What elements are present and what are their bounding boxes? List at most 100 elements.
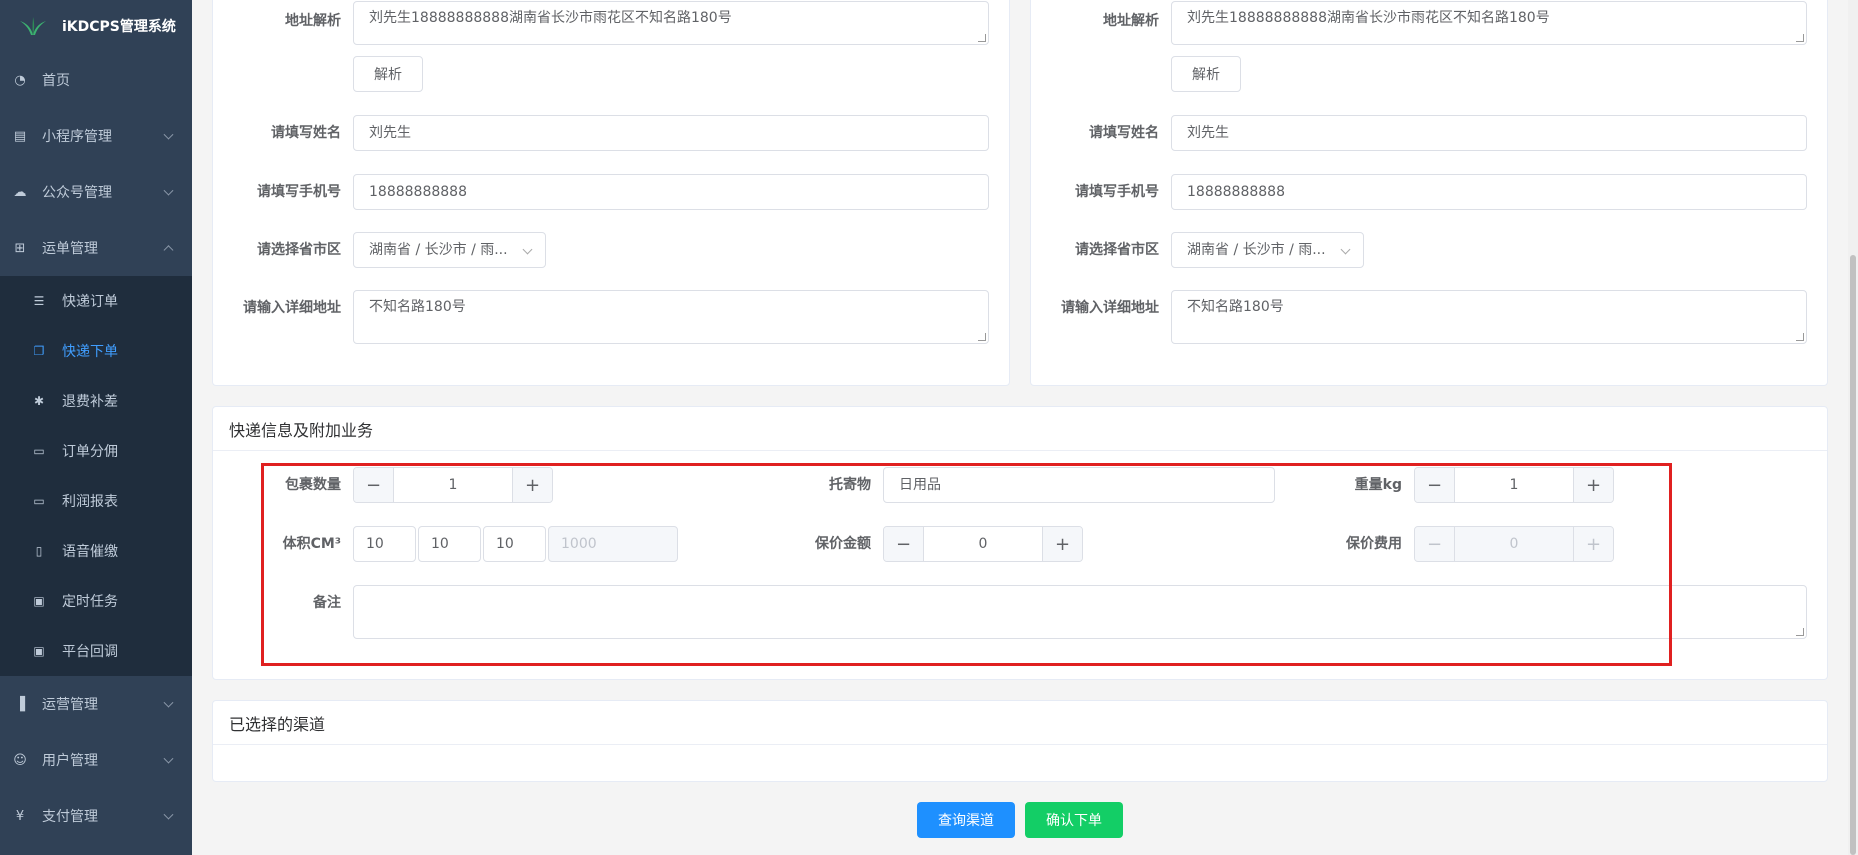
wechat-icon: ☁ (13, 184, 27, 200)
sidebar-submenu-waybill: ☰ 快递订单 ❐ 快递下单 ✱ 退费补差 ▭ 订单分佣 ▭ 利润报表 ▯ 语音催… (0, 276, 192, 676)
receiver-parse-button[interactable]: 解析 (1171, 56, 1241, 92)
receiver-card: 地址解析 刘先生18888888888湖南省长沙市雨花区不知名路180号 解析 … (1030, 0, 1828, 386)
sidebar-item-label: 公众号管理 (42, 185, 112, 201)
sender-phone-input[interactable]: 18888888888 (353, 174, 989, 210)
query-channel-button[interactable]: 查询渠道 (917, 802, 1015, 838)
sidebar-item-label: 快递订单 (62, 294, 118, 310)
sidebar-item-label: 首页 (42, 73, 70, 89)
resize-grip-icon (1796, 628, 1804, 636)
sidebar-subitem-express-orders[interactable]: ☰ 快递订单 (0, 276, 192, 326)
receiver-parse-text: 刘先生18888888888湖南省长沙市雨花区不知名路180号 (1187, 10, 1550, 26)
receiver-region-label: 请选择省市区 (1075, 242, 1159, 258)
sender-parse-row: 地址解析 刘先生18888888888湖南省长沙市雨花区不知名路180号 (213, 1, 989, 45)
chevron-down-icon (163, 753, 174, 764)
phone-icon: ▯ (35, 544, 43, 558)
sidebar-item-label: 运单管理 (42, 241, 98, 257)
sidebar-item-payments[interactable]: ¥ 支付管理 (0, 788, 192, 844)
sidebar-item-label: 平台回调 (62, 644, 118, 660)
channel-card: 已选择的渠道 (212, 700, 1828, 782)
list-icon: ☰ (33, 294, 45, 308)
user-icon: ☺ (13, 752, 27, 768)
app-logo[interactable]: iKDCPS管理系统 (0, 0, 192, 52)
sidebar-item-label: 支付管理 (42, 809, 98, 825)
chevron-down-icon (163, 129, 174, 140)
sender-parse-text: 刘先生18888888888湖南省长沙市雨花区不知名路180号 (369, 10, 732, 26)
sender-phone-row: 请填写手机号 18888888888 (213, 174, 989, 210)
yen-icon: ¥ (15, 808, 25, 824)
sender-parse-button[interactable]: 解析 (353, 56, 423, 92)
copy-icon: ❐ (33, 344, 45, 358)
sender-name-label: 请填写姓名 (271, 125, 341, 141)
receiver-parse-textarea[interactable]: 刘先生18888888888湖南省长沙市雨花区不知名路180号 (1171, 1, 1807, 45)
sidebar-item-waybill[interactable]: ⊞ 运单管理 (0, 220, 192, 276)
chevron-down-icon (522, 244, 533, 255)
sidebar: iKDCPS管理系统 ◔ 首页 ▤ 小程序管理 ☁ 公众号管理 ⊞ 运单管理 ☰… (0, 0, 192, 855)
sidebar-subitem-commission[interactable]: ▭ 订单分佣 (0, 426, 192, 476)
vertical-scrollbar[interactable] (1848, 0, 1858, 855)
sidebar-item-operations[interactable]: ▐ 运营管理 (0, 676, 192, 732)
sidebar-subitem-voice-reminder[interactable]: ▯ 语音催缴 (0, 526, 192, 576)
chevron-up-icon (163, 245, 174, 256)
sender-region-row: 请选择省市区 湖南省 / 长沙市 / 雨... (213, 232, 546, 268)
dashboard-icon: ◔ (14, 72, 26, 88)
bar-chart-icon: ▐ (15, 696, 25, 712)
chevron-down-icon (1340, 244, 1351, 255)
app-title: iKDCPS管理系统 (62, 19, 176, 35)
doc-icon: ▣ (33, 594, 45, 608)
receiver-parse-label: 地址解析 (1103, 13, 1159, 29)
sender-parse-textarea[interactable]: 刘先生18888888888湖南省长沙市雨花区不知名路180号 (353, 1, 989, 45)
receiver-address-row: 请输入详细地址 不知名路180号 (1031, 290, 1807, 344)
sidebar-item-label: 退费补差 (62, 394, 118, 410)
receiver-region-select[interactable]: 湖南省 / 长沙市 / 雨... (1171, 232, 1364, 268)
sidebar-item-label: 利润报表 (62, 494, 118, 510)
sidebar-item-label: 小程序管理 (42, 129, 112, 145)
sender-phone-label: 请填写手机号 (257, 184, 341, 200)
receiver-address-textarea[interactable]: 不知名路180号 (1171, 290, 1807, 344)
sender-parse-label: 地址解析 (285, 13, 341, 29)
chevron-down-icon (163, 697, 174, 708)
sidebar-item-miniprogram[interactable]: ▤ 小程序管理 (0, 108, 192, 164)
sidebar-item-label: 语音催缴 (62, 544, 118, 560)
sidebar-item-home[interactable]: ◔ 首页 (0, 52, 192, 108)
channel-title: 已选择的渠道 (213, 701, 1827, 745)
resize-grip-icon (1796, 34, 1804, 42)
sender-address-text: 不知名路180号 (369, 299, 466, 315)
receiver-name-input[interactable]: 刘先生 (1171, 115, 1807, 151)
bug-icon: ✱ (33, 394, 45, 408)
sender-name-input[interactable]: 刘先生 (353, 115, 989, 151)
sidebar-item-users[interactable]: ☺ 用户管理 (0, 732, 192, 788)
resize-grip-icon (978, 34, 986, 42)
miniprogram-icon: ▤ (13, 128, 27, 144)
resize-grip-icon (978, 333, 986, 341)
sidebar-subitem-profit-report[interactable]: ▭ 利润报表 (0, 476, 192, 526)
sidebar-item-wechat[interactable]: ☁ 公众号管理 (0, 164, 192, 220)
receiver-parse-row: 地址解析 刘先生18888888888湖南省长沙市雨花区不知名路180号 (1031, 1, 1807, 45)
sender-name-row: 请填写姓名 刘先生 (213, 115, 989, 151)
sender-card: 地址解析 刘先生18888888888湖南省长沙市雨花区不知名路180号 解析 … (212, 0, 1010, 386)
sender-address-row: 请输入详细地址 不知名路180号 (213, 290, 989, 344)
main-content: 地址解析 刘先生18888888888湖南省长沙市雨花区不知名路180号 解析 … (192, 0, 1858, 855)
sidebar-subitem-scheduled-tasks[interactable]: ▣ 定时任务 (0, 576, 192, 626)
receiver-address-text: 不知名路180号 (1187, 299, 1284, 315)
receiver-name-row: 请填写姓名 刘先生 (1031, 115, 1807, 151)
confirm-order-button[interactable]: 确认下单 (1025, 802, 1123, 838)
resize-grip-icon (1796, 333, 1804, 341)
highlight-box (261, 463, 1672, 666)
sender-region-select[interactable]: 湖南省 / 长沙市 / 雨... (353, 232, 546, 268)
sidebar-subitem-refund[interactable]: ✱ 退费补差 (0, 376, 192, 426)
receiver-phone-label: 请填写手机号 (1075, 184, 1159, 200)
express-info-title: 快递信息及附加业务 (213, 407, 1827, 451)
sidebar-subitem-express-place-order[interactable]: ❐ 快递下单 (0, 326, 192, 376)
sidebar-item-label: 运营管理 (42, 697, 98, 713)
sender-region-value: 湖南省 / 长沙市 / 雨... (369, 242, 508, 258)
monitor-icon: ▭ (33, 494, 45, 508)
sender-address-textarea[interactable]: 不知名路180号 (353, 290, 989, 344)
scrollbar-thumb[interactable] (1850, 255, 1856, 855)
sender-address-label: 请输入详细地址 (243, 300, 341, 316)
sidebar-subitem-platform-callback[interactable]: ▣ 平台回调 (0, 626, 192, 676)
receiver-phone-input[interactable]: 18888888888 (1171, 174, 1807, 210)
chevron-down-icon (163, 185, 174, 196)
sender-region-label: 请选择省市区 (257, 242, 341, 258)
receiver-region-value: 湖南省 / 长沙市 / 雨... (1187, 242, 1326, 258)
receiver-phone-row: 请填写手机号 18888888888 (1031, 174, 1807, 210)
